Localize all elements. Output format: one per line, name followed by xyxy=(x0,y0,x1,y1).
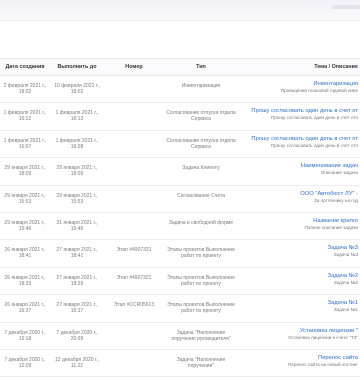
cell-subject: Установка лицензии " Установка лицензии … xyxy=(238,328,358,341)
table-row[interactable]: 26 января 2021 г., 18:41 27 января 2021 … xyxy=(0,240,360,268)
table-row[interactable]: 1 февраля 2021 г., 16:12 1 февраля 2021 … xyxy=(0,103,360,131)
task-description: Установка лицензии в счете "ТЗ" xyxy=(288,334,358,340)
cell-subject: Наименование задач Описание задачи xyxy=(238,163,358,176)
cell-due: 31 января 2021 г., 15:46 xyxy=(56,219,98,232)
table-row[interactable]: 29 января 2021 г., 15:46 31 января 2021 … xyxy=(0,213,360,241)
task-link[interactable]: Задача №2 xyxy=(238,273,358,280)
cell-type: Согласование Счета xyxy=(176,192,226,199)
cell-due: 7 декабря 2020 г., 20:09 xyxy=(56,329,98,342)
cell-subject: Прошу согласовать один день в счет от Пр… xyxy=(238,136,358,149)
cell-type: Инвентаризация xyxy=(181,83,221,89)
cell-due: 10 февраля 2021 г., 18:02 xyxy=(54,83,100,95)
task-description: За оргтехнику на год xyxy=(313,197,358,203)
cell-type: Задача "Наполнение поручения" xyxy=(176,356,226,369)
table-row[interactable]: 2 февраля 2021 г., 18:02 10 февраля 2021… xyxy=(0,76,360,104)
cell-created: 26 января 2021 г., 18:39 xyxy=(4,274,46,287)
cell-number: Этап #4907321 xyxy=(116,274,152,281)
column-header-type[interactable]: Тип xyxy=(166,64,236,70)
table-row[interactable]: 29 января 2021 г., 18:09 29 января 2021 … xyxy=(0,158,360,186)
cell-subject: Задача №1 Задача №1 xyxy=(238,300,358,313)
task-link[interactable]: Прошу согласовать один день в счет от xyxy=(238,136,358,143)
task-description: Полное описание задачи xyxy=(304,224,358,230)
table-header: Дата создания Выполнить до Номер Тип Тем… xyxy=(0,58,360,76)
cell-created: 1 февраля 2021 г., 16:07 xyxy=(3,137,47,150)
scrollbar-thumb[interactable] xyxy=(332,5,360,9)
column-header-number[interactable]: Номер xyxy=(106,64,162,70)
cell-created: 7 декабря 2020 г., 15:18 xyxy=(4,329,46,342)
cell-subject: ООО "Автобюст ЛУ" - За оргтехнику на год xyxy=(238,191,358,204)
cell-created: 1 февраля 2021 г., 16:12 xyxy=(3,110,47,123)
task-link[interactable]: ООО "Автобюст ЛУ" - xyxy=(238,191,358,198)
table-row[interactable]: 26 января 2021 г., 18:39 27 января 2021 … xyxy=(0,268,360,296)
cell-subject: Название кратко Полное описание задачи xyxy=(238,218,358,231)
cell-subject: Прошу согласовать один день в счет от Пр… xyxy=(238,108,358,121)
column-header-due[interactable]: Выполнить до xyxy=(52,64,102,70)
cell-created: 26 января 2021 г., 18:41 xyxy=(4,247,46,260)
tasks-table: Дата создания Выполнить до Номер Тип Тем… xyxy=(0,58,360,377)
column-header-created[interactable]: Дата создания xyxy=(2,64,48,70)
cell-created: 7 декабря 2020 г., 12:09 xyxy=(4,356,46,369)
cell-type: Задача "Наполнение поручение руководител… xyxy=(171,329,231,342)
task-link[interactable]: Задача №1 xyxy=(238,300,358,307)
cell-number: Этап #CCR05613 xyxy=(113,302,155,309)
cell-type: Задача Клиенту xyxy=(182,165,220,172)
task-description: Задача №1 xyxy=(333,307,358,313)
cell-due: 1 февраля 2021 г., 16:13 xyxy=(55,110,99,123)
cell-subject: Инвентаризация Проведение плановой годов… xyxy=(238,81,358,94)
task-description: Описание задачи xyxy=(320,170,358,176)
cell-subject: Задача №3 Задача №3 xyxy=(238,245,358,258)
cell-number: Этап #4907321 xyxy=(116,247,152,254)
table-row[interactable]: 1 февраля 2021 г., 16:07 1 февраля 2021 … xyxy=(0,130,360,159)
task-description: Проведение плановой годовой инве xyxy=(280,88,358,93)
task-description: Прошу согласовать один день в счет отп xyxy=(270,142,358,148)
cell-type: Этапы проектов Выполнение работ по проек… xyxy=(167,274,235,287)
task-link[interactable]: Прошу согласовать один день в счет от xyxy=(238,108,358,115)
cell-due: 27 января 2021 г., 18:39 xyxy=(56,274,98,287)
cell-created: 29 января 2021 г., 18:09 xyxy=(4,165,46,178)
cell-due: 1 февраля 2021 г., 16:08 xyxy=(55,137,99,150)
cell-type: Задача в свободной форме xyxy=(168,219,234,226)
cell-type: Согласование отпуска отдела Сервиса xyxy=(166,137,236,150)
table-row[interactable]: 29 января 2021 г., 15:53 29 января 2021 … xyxy=(0,185,360,213)
table-row[interactable]: 7 декабря 2020 г., 12:09 12 декабря 2020… xyxy=(0,349,360,377)
table-row[interactable]: 26 января 2021 г., 16:37 27 января 2021 … xyxy=(0,295,360,323)
cell-due: 12 декабря 2020 г., 11:22 xyxy=(55,356,99,369)
table-row[interactable]: 7 декабря 2020 г., 15:18 7 декабря 2020 … xyxy=(0,323,360,350)
task-description: Прошу согласовать один день в счет отп xyxy=(270,115,358,121)
cell-subject: Перенос сайта Перенос сайта на новый хос… xyxy=(238,355,358,368)
task-link[interactable]: Наименование задач xyxy=(238,163,358,170)
task-description: Задача №3 xyxy=(333,252,358,258)
task-link[interactable]: Инвентаризация xyxy=(238,81,358,88)
cell-due: 27 января 2021 г., 16:37 xyxy=(56,302,98,315)
cell-created: 29 января 2021 г., 15:46 xyxy=(4,219,46,232)
cell-due: 29 января 2021 г., 15:53 xyxy=(56,192,98,205)
cell-type: Согласование отпуска отдела Сервиса xyxy=(166,110,236,123)
task-link[interactable]: Перенос сайта xyxy=(238,355,358,362)
task-link[interactable]: Задача №3 xyxy=(238,245,358,252)
cell-subject: Задача №2 Задача №2 xyxy=(238,273,358,286)
task-link[interactable]: Название кратко xyxy=(238,218,358,225)
cell-created: 29 января 2021 г., 15:53 xyxy=(4,192,46,205)
column-header-subject[interactable]: Тема / Описание xyxy=(238,64,358,70)
cell-type: Этапы проектов Выполнение работ по проек… xyxy=(167,247,235,260)
cell-type: Этапы проектов Выполнение работ по проек… xyxy=(167,302,235,315)
cell-due: 29 января 2021 г., 18:09 xyxy=(56,165,98,178)
task-link[interactable]: Установка лицензии " xyxy=(238,328,358,335)
task-description: Перенос сайта на новый хостинг xyxy=(288,361,358,367)
cell-due: 27 января 2021 г., 18:41 xyxy=(56,247,98,260)
top-bar xyxy=(0,0,360,21)
task-description: Задача №2 xyxy=(333,279,358,285)
cell-created: 2 февраля 2021 г., 18:02 xyxy=(3,83,47,95)
cell-created: 26 января 2021 г., 16:37 xyxy=(4,302,46,315)
